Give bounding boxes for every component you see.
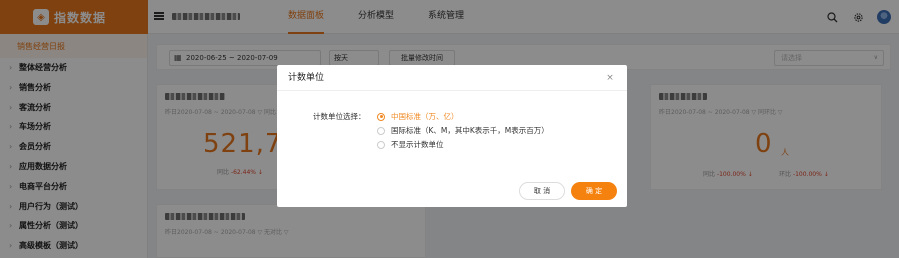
- radio-icon[interactable]: [377, 126, 385, 135]
- radio-checked-icon[interactable]: [377, 112, 385, 121]
- radio-china-standard[interactable]: 中国标准（万、亿）: [377, 111, 459, 122]
- radio-international-standard[interactable]: 国际标准（K、M，其中K表示千，M表示百万）: [377, 125, 549, 136]
- radio-icon[interactable]: [377, 140, 385, 149]
- count-unit-label: 计数单位选择：: [313, 112, 366, 121]
- radio-label: 国际标准（K、M，其中K表示千，M表示百万）: [391, 126, 549, 135]
- close-icon[interactable]: ×: [605, 73, 615, 83]
- dialog-title: 计数单位: [277, 65, 627, 91]
- radio-no-unit[interactable]: 不显示计数单位: [377, 139, 444, 150]
- radio-label: 中国标准（万、亿）: [391, 112, 459, 121]
- confirm-button[interactable]: 确 定: [571, 182, 617, 200]
- dialog-footer: 取 消 确 定: [277, 175, 627, 207]
- radio-label: 不显示计数单位: [391, 140, 444, 149]
- cancel-button[interactable]: 取 消: [519, 182, 565, 200]
- count-unit-dialog: 计数单位 × 计数单位选择： 中国标准（万、亿） 国际标准（K、M，其中K表示千…: [277, 65, 627, 207]
